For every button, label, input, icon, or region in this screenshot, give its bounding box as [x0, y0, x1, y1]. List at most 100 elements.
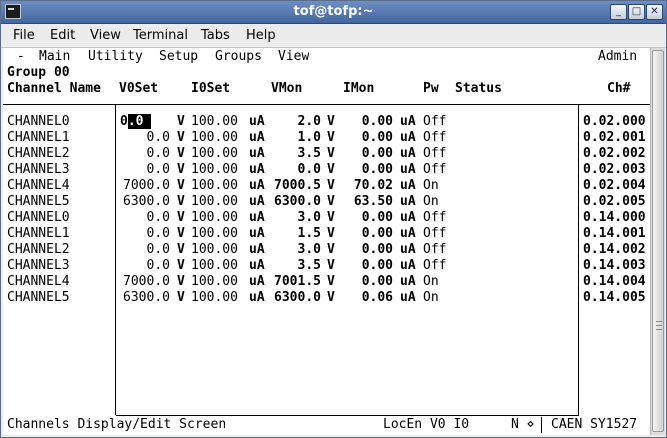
v0set-cell[interactable]: 0.0: [118, 242, 170, 258]
edit-cursor[interactable]: .0: [127, 114, 152, 129]
v0set-cell[interactable]: 7000.0: [118, 178, 170, 194]
v0set-cell[interactable]: 7000.0: [118, 274, 170, 290]
v0set-unit: V: [177, 162, 185, 177]
close-button[interactable]: ✕: [646, 4, 663, 20]
v0set-cell[interactable]: 0.0: [118, 258, 170, 274]
ch-number-cell: 0.02.002: [583, 146, 646, 161]
imon-cell: 70.02: [353, 178, 393, 193]
vmon-cell: 3.0: [297, 210, 321, 225]
i0set-cell[interactable]: 100.00: [191, 290, 238, 306]
i0set-cell[interactable]: 100.00: [191, 130, 238, 146]
channel-name-cell: CHANNEL0: [7, 210, 70, 225]
vmon-unit: V: [327, 258, 335, 273]
power-state-cell: Off: [423, 226, 447, 241]
vmon-unit: V: [327, 194, 335, 209]
menu-terminal[interactable]: Terminal: [133, 28, 188, 43]
menu-file[interactable]: File: [13, 28, 35, 43]
i0set-unit: uA: [249, 242, 265, 257]
app-menu-setup[interactable]: Setup: [159, 49, 198, 65]
vmon-cell: 6300.0: [274, 194, 321, 209]
header-channel-name: Channel Name: [7, 81, 101, 96]
v0set-unit: V: [177, 242, 185, 257]
ch-number-cell: 0.14.002: [583, 242, 646, 257]
i0set-cell[interactable]: 100.00: [191, 226, 238, 242]
i0set-unit: uA: [249, 210, 265, 225]
imon-cell: 0.00: [361, 114, 393, 129]
imon-cell: 0.00: [361, 226, 393, 241]
power-state-cell: Off: [423, 130, 447, 145]
vmon-cell: 0.0: [297, 162, 321, 177]
header-divider: [3, 104, 650, 105]
menu-view[interactable]: View: [90, 28, 121, 43]
app-menu-admin[interactable]: Admin: [598, 49, 637, 65]
vmon-cell: 2.0: [297, 114, 321, 129]
vmon-cell: 1.0: [297, 130, 321, 145]
imon-cell: 0.00: [361, 242, 393, 257]
app-menu-utility[interactable]: Utility: [88, 49, 143, 65]
v0set-cell[interactable]: 0.0: [118, 162, 170, 178]
i0set-cell[interactable]: 100.00: [191, 178, 238, 194]
app-menu-groups[interactable]: Groups: [215, 49, 262, 65]
minimize-button[interactable]: _: [610, 4, 627, 20]
ch-number-cell: 0.02.003: [583, 162, 646, 177]
v0set-unit: V: [177, 194, 185, 209]
scrollbar-thumb[interactable]: [652, 50, 664, 432]
ch-number-cell: 0.02.001: [583, 130, 646, 145]
v0set-cell[interactable]: 6300.0: [118, 290, 170, 306]
flag-status-text: N ⋄: [511, 417, 535, 432]
i0set-cell[interactable]: 100.00: [191, 210, 238, 226]
app-menu-main[interactable]: Main: [39, 49, 70, 65]
menu-edit[interactable]: Edit: [50, 28, 75, 43]
window-title: tof@tofp:~: [293, 4, 374, 19]
imon-unit: uA: [400, 130, 416, 145]
app-menu-view[interactable]: View: [278, 49, 309, 65]
menu-tabs[interactable]: Tabs: [201, 28, 230, 43]
vmon-unit: V: [327, 162, 335, 177]
ch-number-cell: 0.14.000: [583, 210, 646, 225]
channel-name-cell: CHANNEL1: [7, 130, 70, 145]
channel-name-cell: CHANNEL2: [7, 146, 70, 161]
i0set-cell[interactable]: 100.00: [191, 242, 238, 258]
vmon-unit: V: [327, 146, 335, 161]
v0set-cell[interactable]: 0.0: [118, 210, 170, 226]
title-bar[interactable]: tof@tofp:~ _ □ ✕: [1, 1, 666, 24]
i0set-cell[interactable]: 100.00: [191, 162, 238, 178]
ch-number-cell: 0.14.004: [583, 274, 646, 289]
i0set-cell[interactable]: 100.00: [191, 114, 238, 130]
maximize-button[interactable]: □: [628, 4, 645, 20]
vmon-unit: V: [327, 274, 335, 289]
v0set-cell[interactable]: 6300.0: [118, 194, 170, 210]
vmon-unit: V: [327, 242, 335, 257]
imon-cell: 0.00: [361, 258, 393, 273]
i0set-unit: uA: [249, 146, 265, 161]
vmon-cell: 3.0: [297, 242, 321, 257]
i0set-unit: uA: [249, 274, 265, 289]
i0set-unit: uA: [249, 290, 265, 305]
v0set-cell[interactable]: 0.0: [118, 146, 170, 162]
imon-unit: uA: [400, 258, 416, 273]
header-status: Status: [455, 81, 502, 96]
i0set-unit: uA: [249, 194, 265, 209]
i0set-unit: uA: [249, 226, 265, 241]
imon-unit: uA: [400, 194, 416, 209]
menu-help[interactable]: Help: [246, 28, 276, 43]
imon-unit: uA: [400, 114, 416, 129]
i0set-cell[interactable]: 100.00: [191, 146, 238, 162]
header-ch-number: Ch#: [607, 81, 631, 96]
channel-name-cell: CHANNEL4: [7, 178, 70, 193]
v0set-cell[interactable]: 0.0: [118, 130, 170, 146]
v0set-unit: V: [177, 114, 185, 129]
imon-unit: uA: [400, 210, 416, 225]
vertical-scrollbar[interactable]: [650, 48, 665, 435]
v0set-cell[interactable]: 0.0: [118, 226, 170, 242]
v0set-unit: V: [177, 178, 185, 193]
i0set-cell[interactable]: 100.00: [191, 258, 238, 274]
imon-cell: 0.00: [361, 162, 393, 177]
header-imon: IMon: [343, 81, 375, 96]
terminal-screen[interactable]: - Main Utility Setup Groups View Admin G…: [3, 48, 650, 435]
i0set-cell[interactable]: 100.00: [191, 194, 238, 210]
v0set-cell[interactable]: 0.0: [120, 114, 152, 130]
v0set-unit: V: [177, 210, 185, 225]
i0set-cell[interactable]: 100.00: [191, 274, 238, 290]
ch-number-cell: 0.02.005: [583, 194, 646, 209]
